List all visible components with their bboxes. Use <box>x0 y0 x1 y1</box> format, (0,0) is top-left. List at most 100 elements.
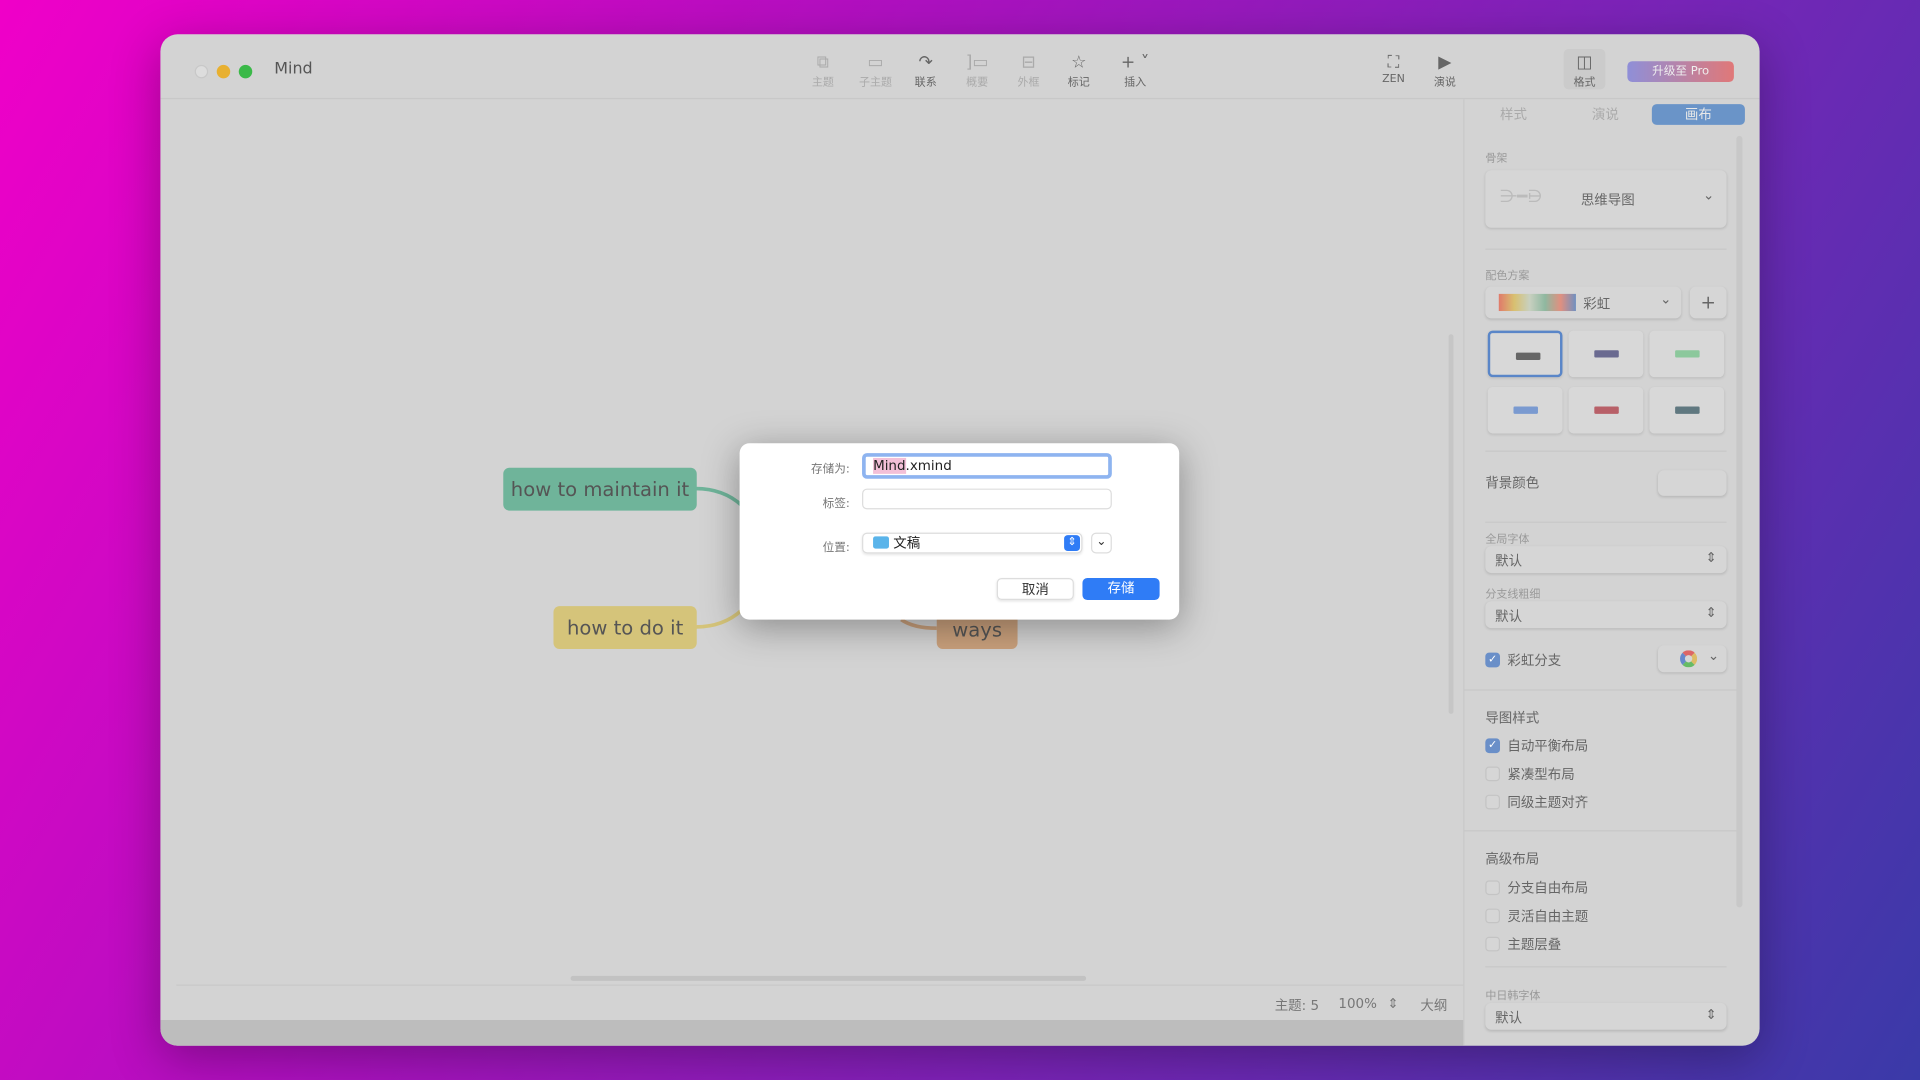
checkbox-icon: ✓ <box>1485 738 1501 754</box>
auto-balance-checkbox[interactable]: ✓ 自动平衡布局 <box>1485 736 1588 756</box>
horizontal-scrollbar[interactable] <box>570 975 1087 981</box>
divider <box>1485 966 1727 968</box>
global-font-value: 默认 <box>1495 553 1523 570</box>
branch-width-value: 默认 <box>1495 608 1523 625</box>
zoom-stepper-icon[interactable]: ⇕ <box>1387 996 1398 1012</box>
divider <box>1485 450 1727 452</box>
stepper-icon: ⇕ <box>1064 535 1081 552</box>
cjk-font-label: 中日韩字体 <box>1485 990 1541 1003</box>
cancel-button[interactable]: 取消 <box>996 577 1074 601</box>
rainbow-swatch <box>1498 293 1576 312</box>
global-font-select[interactable]: 默认 ⇕ <box>1485 546 1727 574</box>
color-scheme-select[interactable]: 彩虹 ⌄ <box>1485 286 1682 319</box>
toolbar-label: 格式 <box>1573 77 1596 90</box>
tags-label: 标签: <box>822 497 850 511</box>
divider <box>1485 521 1727 523</box>
app-window: Mind ⧉ 主题 ▭ 子主题 ↷ 联系 ]▭ 概要 ⊟ 外框 ☆ 标记 + ˅ 插入 ⛶ ZE… <box>160 34 1760 1046</box>
format-button[interactable]: ◫ 格式 <box>1563 48 1606 90</box>
map-style-label: 导图样式 <box>1485 710 1540 727</box>
checkbox-label: 灵活自由主题 <box>1507 908 1589 925</box>
connector-maintain <box>695 486 744 508</box>
checkbox-label: 分支自由布局 <box>1507 880 1589 897</box>
save-as-label: 存储为: <box>810 462 850 477</box>
scheme-thumb[interactable] <box>1568 330 1644 378</box>
chevron-down-icon: ⌄ <box>1703 187 1715 204</box>
skeleton-value: 思维导图 <box>1580 192 1635 209</box>
save-button[interactable]: 存储 <box>1082 577 1160 601</box>
divider <box>1464 830 1741 832</box>
divider <box>1485 248 1727 250</box>
advanced-layout-label: 高级布局 <box>1485 851 1540 867</box>
chevron-down-icon: ⌄ <box>1660 291 1672 308</box>
checkbox-icon <box>1485 880 1501 896</box>
scheme-thumb[interactable] <box>1487 330 1563 378</box>
tab-style[interactable]: 样式 <box>1477 104 1550 125</box>
checkbox-icon <box>1485 936 1501 952</box>
background-color-label: 背景颜色 <box>1485 475 1540 492</box>
scheme-thumb[interactable] <box>1649 330 1725 378</box>
scheme-thumb[interactable] <box>1568 386 1644 434</box>
checkbox-label: 自动平衡布局 <box>1507 738 1589 755</box>
zoom-level[interactable]: 100% <box>1338 996 1377 1012</box>
sidebar-icon: ◫ <box>1576 52 1593 73</box>
free-topic-checkbox[interactable]: 灵活自由主题 <box>1485 906 1588 926</box>
align-siblings-checkbox[interactable]: 同级主题对齐 <box>1485 792 1588 812</box>
topic-count: 主题: 5 <box>1274 997 1320 1014</box>
location-select[interactable]: 文稿 ⇕ <box>862 532 1083 554</box>
filename-extension: .xmind <box>905 457 952 474</box>
topic-node[interactable]: how to maintain it <box>503 467 697 511</box>
rainbow-branch-checkbox[interactable]: ✓ 彩虹分支 <box>1485 650 1561 670</box>
checkbox-label: 主题层叠 <box>1507 936 1562 953</box>
statusbar-divider <box>176 984 1464 986</box>
checkbox-icon: ✓ <box>1485 652 1501 668</box>
tags-input[interactable] <box>862 488 1112 510</box>
topic-overlap-checkbox[interactable]: 主题层叠 <box>1485 934 1561 954</box>
free-branch-checkbox[interactable]: 分支自由布局 <box>1485 878 1588 898</box>
location-label: 位置: <box>822 541 850 555</box>
format-panel: 样式 演说 画布 骨架 ⋺━⋻ 思维导图 ⌄ 配色方案 彩虹 ⌄ + 背景颜色 … <box>1463 99 1759 1046</box>
scheme-thumb[interactable] <box>1487 386 1563 434</box>
cjk-font-select[interactable]: 默认 ⇕ <box>1485 1002 1727 1030</box>
checkbox-label: 同级主题对齐 <box>1507 794 1589 811</box>
scheme-value: 彩虹 <box>1583 296 1611 313</box>
stepper-icon: ⇕ <box>1705 549 1717 566</box>
cjk-font-value: 默认 <box>1495 1010 1523 1027</box>
divider <box>1464 689 1741 691</box>
checkbox-icon <box>1485 766 1501 782</box>
scheme-thumb[interactable] <box>1649 386 1725 434</box>
mindmap-skeleton-icon: ⋺━⋻ <box>1500 187 1543 207</box>
topic-node[interactable]: how to do it <box>553 606 697 649</box>
stepper-icon: ⇕ <box>1705 1006 1717 1023</box>
skeleton-label: 骨架 <box>1485 153 1508 166</box>
connector-do <box>695 608 744 629</box>
folder-icon <box>873 536 889 549</box>
save-dialog: 存储为: Mind.xmind 标签: 位置: 文稿 ⇕ ⌄ 取消 存储 <box>739 443 1180 620</box>
upgrade-pro-button[interactable]: 升级至 Pro <box>1627 61 1734 83</box>
expand-dialog-button[interactable]: ⌄ <box>1091 532 1112 554</box>
filename-input[interactable]: Mind.xmind <box>862 453 1112 479</box>
window-bottom-edge <box>160 1020 1464 1046</box>
compact-layout-checkbox[interactable]: 紧凑型布局 <box>1485 764 1575 784</box>
branch-width-select[interactable]: 默认 ⇕ <box>1485 601 1727 629</box>
checkbox-icon <box>1485 908 1501 924</box>
tab-canvas[interactable]: 画布 <box>1651 104 1745 125</box>
color-wheel-icon <box>1680 650 1698 668</box>
skeleton-select[interactable]: ⋺━⋻ 思维导图 ⌄ <box>1485 170 1727 228</box>
checkbox-label: 彩虹分支 <box>1507 652 1562 669</box>
checkbox-icon <box>1485 794 1501 810</box>
tab-presentation[interactable]: 演说 <box>1569 104 1642 125</box>
vertical-scrollbar[interactable] <box>1448 334 1454 714</box>
rainbow-color-select[interactable]: ⌄ <box>1657 645 1727 673</box>
color-scheme-label: 配色方案 <box>1485 270 1530 283</box>
chevron-down-icon: ⌄ <box>1707 647 1720 664</box>
location-value: 文稿 <box>893 535 921 552</box>
panel-scrollbar[interactable] <box>1736 135 1743 908</box>
stepper-icon: ⇕ <box>1705 604 1717 621</box>
outline-button[interactable]: 大纲 <box>1420 996 1447 1016</box>
checkbox-label: 紧凑型布局 <box>1507 766 1575 783</box>
connector-ways <box>900 618 937 631</box>
filename-selected-text: Mind <box>873 457 906 474</box>
global-font-label: 全局字体 <box>1485 533 1530 547</box>
background-color-picker[interactable] <box>1657 470 1727 496</box>
add-scheme-button[interactable]: + <box>1689 286 1727 319</box>
